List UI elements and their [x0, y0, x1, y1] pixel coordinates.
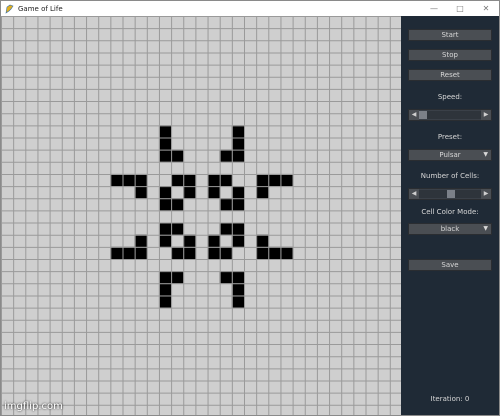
title-bar: Game of Life — □ ✕: [1, 1, 499, 16]
alive-cell[interactable]: [183, 246, 196, 259]
alive-cell[interactable]: [171, 271, 184, 284]
alive-cell[interactable]: [207, 173, 220, 187]
stop-button[interactable]: Stop: [408, 49, 492, 61]
life-grid[interactable]: [1, 16, 401, 416]
left-arrow-icon[interactable]: ◀: [409, 110, 419, 120]
alive-cell[interactable]: [231, 295, 244, 308]
alive-cell[interactable]: [158, 283, 172, 296]
minimize-button[interactable]: —: [421, 1, 447, 16]
alive-cell[interactable]: [134, 173, 147, 187]
alive-cell[interactable]: [231, 283, 244, 296]
app-window: Game of Life — □ ✕ Start Stop Reset Spee…: [0, 0, 500, 416]
cells-track[interactable]: [419, 190, 481, 198]
alive-cell[interactable]: [158, 186, 172, 199]
preset-value: Pulsar: [439, 151, 461, 159]
alive-cell[interactable]: [110, 173, 123, 187]
life-grid-canvas[interactable]: [1, 16, 401, 416]
start-button[interactable]: Start: [408, 29, 492, 41]
alive-cell[interactable]: [122, 246, 135, 259]
alive-cell[interactable]: [231, 222, 244, 235]
cells-slider[interactable]: ◀ ▶: [408, 188, 492, 200]
alive-cell[interactable]: [207, 186, 220, 199]
alive-cell[interactable]: [171, 246, 184, 259]
color-mode-label: Cell Color Mode:: [421, 208, 479, 216]
alive-cell[interactable]: [219, 173, 232, 187]
alive-cell[interactable]: [183, 186, 196, 199]
alive-cell[interactable]: [280, 173, 293, 187]
alive-cell[interactable]: [219, 222, 232, 235]
alive-cell[interactable]: [158, 222, 172, 235]
alive-cell[interactable]: [219, 149, 232, 162]
iteration-counter: Iteration: 0: [430, 395, 470, 403]
cells-thumb[interactable]: [447, 190, 455, 198]
alive-cell[interactable]: [207, 246, 220, 259]
alive-cell[interactable]: [219, 271, 232, 284]
alive-cell[interactable]: [231, 234, 244, 247]
feather-icon: [5, 4, 14, 14]
alive-cell[interactable]: [171, 149, 184, 162]
alive-cell[interactable]: [231, 149, 244, 162]
alive-cell[interactable]: [110, 246, 123, 259]
alive-cell[interactable]: [134, 234, 147, 247]
alive-cell[interactable]: [268, 173, 281, 187]
alive-cell[interactable]: [158, 198, 172, 211]
alive-cell[interactable]: [256, 234, 269, 247]
watermark-text: imgflip.com: [4, 401, 63, 412]
alive-cell[interactable]: [231, 198, 244, 211]
speed-thumb[interactable]: [419, 111, 427, 119]
preset-dropdown[interactable]: Pulsar ▼: [408, 149, 492, 161]
alive-cell[interactable]: [134, 186, 147, 199]
left-arrow-icon[interactable]: ◀: [409, 189, 419, 199]
speed-slider[interactable]: ◀ ▶: [408, 109, 492, 121]
right-arrow-icon[interactable]: ▶: [481, 110, 491, 120]
alive-cell[interactable]: [158, 137, 172, 150]
alive-cell[interactable]: [183, 173, 196, 187]
alive-cell[interactable]: [171, 222, 184, 235]
right-arrow-icon[interactable]: ▶: [481, 189, 491, 199]
color-mode-value: black: [440, 225, 460, 233]
maximize-button[interactable]: □: [447, 1, 473, 16]
control-panel: Start Stop Reset Speed: ◀ ▶ Preset: Puls…: [401, 16, 499, 415]
alive-cell[interactable]: [256, 173, 269, 187]
alive-cell[interactable]: [268, 246, 281, 259]
alive-cell[interactable]: [231, 125, 244, 138]
close-button[interactable]: ✕: [473, 1, 499, 16]
speed-track[interactable]: [419, 111, 481, 119]
chevron-down-icon: ▼: [483, 225, 488, 232]
alive-cell[interactable]: [171, 198, 184, 211]
alive-cell[interactable]: [158, 125, 172, 138]
alive-cell[interactable]: [158, 271, 172, 284]
alive-cell[interactable]: [183, 234, 196, 247]
alive-cell[interactable]: [122, 173, 135, 187]
save-button[interactable]: Save: [408, 259, 492, 271]
alive-cell[interactable]: [207, 234, 220, 247]
window-title: Game of Life: [18, 4, 63, 13]
alive-cell[interactable]: [171, 173, 184, 187]
chevron-down-icon: ▼: [483, 151, 488, 158]
alive-cell[interactable]: [158, 149, 172, 162]
alive-cell[interactable]: [219, 246, 232, 259]
color-mode-dropdown[interactable]: black ▼: [408, 223, 492, 235]
alive-cell[interactable]: [158, 234, 172, 247]
alive-cell[interactable]: [134, 246, 147, 259]
alive-cell[interactable]: [256, 186, 269, 199]
alive-cell[interactable]: [231, 186, 244, 199]
window-controls: — □ ✕: [421, 1, 499, 16]
cells-label: Number of Cells:: [420, 172, 480, 180]
speed-label: Speed:: [437, 93, 463, 101]
alive-cell[interactable]: [219, 198, 232, 211]
alive-cell[interactable]: [280, 246, 293, 259]
reset-button[interactable]: Reset: [408, 69, 492, 81]
alive-cell[interactable]: [256, 246, 269, 259]
preset-label: Preset:: [437, 133, 463, 141]
alive-cell[interactable]: [158, 295, 172, 308]
alive-cell[interactable]: [231, 137, 244, 150]
alive-cell[interactable]: [231, 271, 244, 284]
